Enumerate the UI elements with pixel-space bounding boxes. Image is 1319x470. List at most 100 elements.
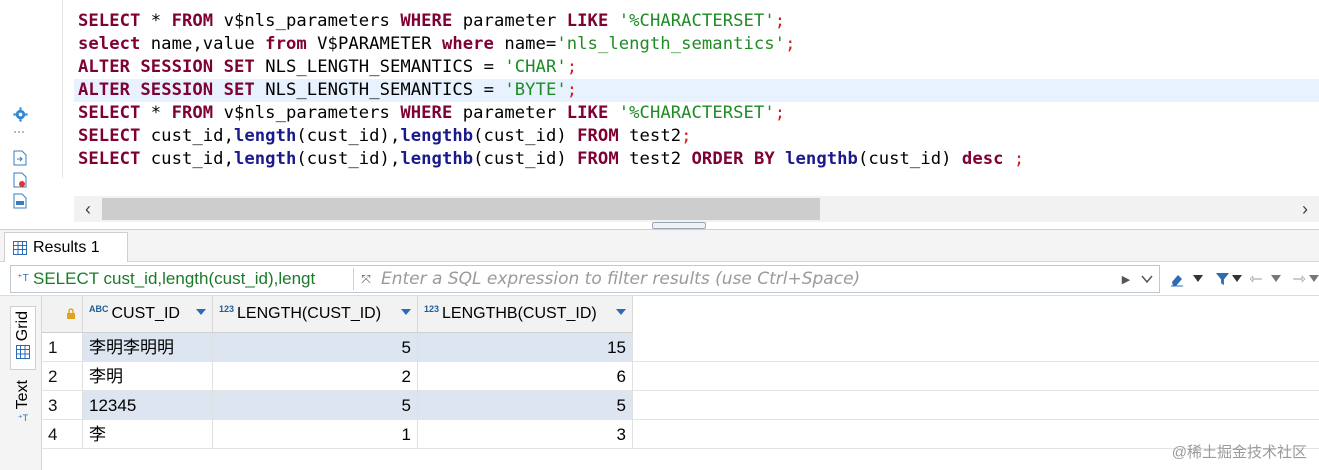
- tab-grid-view[interactable]: Grid: [10, 306, 36, 370]
- code-token: FROM: [577, 149, 619, 169]
- filter-bar: ⁺T SELECT cust_id,length(cust_id),lengt …: [0, 262, 1319, 296]
- cell-length[interactable]: 5: [213, 333, 418, 362]
- table-row[interactable]: 3 12345 5 5: [42, 391, 1319, 420]
- code-token: ALTER: [78, 80, 130, 100]
- history-dropdown-icon[interactable]: [1139, 271, 1155, 287]
- code-area[interactable]: SELECT * FROM v$nls_parameters WHERE par…: [74, 10, 1319, 171]
- code-line[interactable]: ALTER SESSION SET NLS_LENGTH_SEMANTICS =…: [74, 79, 1319, 102]
- scroll-right-icon[interactable]: ›: [1295, 199, 1315, 219]
- table-row[interactable]: 1 李明李明明 5 15: [42, 333, 1319, 362]
- code-line[interactable]: SELECT * FROM v$nls_parameters WHERE par…: [74, 102, 1319, 125]
- scrollbar-thumb[interactable]: [102, 198, 820, 220]
- tab-text-view[interactable]: Text ⁺T: [10, 376, 36, 440]
- editor-horizontal-scrollbar[interactable]: ‹ ›: [74, 196, 1319, 222]
- watermark: @稀土掘金技术社区: [1171, 444, 1307, 461]
- code-token: name,value: [140, 34, 266, 54]
- results-grid[interactable]: ABC CUST_ID 123 LENGTH(CUST_ID) 123 LENG…: [42, 296, 1319, 470]
- code-line[interactable]: SELECT cust_id,length(cust_id),lengthb(c…: [74, 125, 1319, 148]
- code-token: BY: [753, 149, 775, 169]
- filter-funnel-icon[interactable]: [1213, 270, 1231, 288]
- sql-editor[interactable]: SELECT * FROM v$nls_parameters WHERE par…: [0, 0, 1319, 226]
- column-type-label: 123: [219, 304, 235, 314]
- filter-expression-input[interactable]: [381, 266, 1121, 292]
- row-number-header: [42, 296, 83, 333]
- document-arrow-icon[interactable]: [12, 150, 28, 166]
- code-token: lengthb: [400, 149, 474, 169]
- cell-cust-id[interactable]: 李: [83, 420, 213, 449]
- dotted-separator: [12, 128, 28, 136]
- code-token: SESSION: [140, 57, 214, 77]
- code-token: SET: [223, 57, 255, 77]
- row-number[interactable]: 1: [42, 333, 83, 362]
- forward-dropdown-icon[interactable]: [1309, 272, 1319, 284]
- code-token: name=: [493, 34, 557, 54]
- gear-icon[interactable]: [12, 106, 28, 122]
- sort-dropdown-icon[interactable]: [616, 309, 626, 315]
- column-header-length[interactable]: 123 LENGTH(CUST_ID): [213, 296, 418, 333]
- document-error-icon[interactable]: [12, 172, 28, 188]
- tab-results-1[interactable]: Results 1: [4, 232, 128, 262]
- code-line[interactable]: SELECT * FROM v$nls_parameters WHERE par…: [74, 10, 1319, 33]
- document-sql-icon[interactable]: [12, 193, 28, 209]
- code-line[interactable]: ALTER SESSION SET NLS_LENGTH_SEMANTICS =…: [74, 56, 1319, 79]
- code-token: ;: [1013, 149, 1025, 169]
- filter-query-text: SELECT cust_id,length(cust_id),lengt: [33, 269, 316, 288]
- cell-length[interactable]: 1: [213, 420, 418, 449]
- cell-lengthb[interactable]: 5: [418, 391, 633, 420]
- back-dropdown-icon[interactable]: [1270, 272, 1282, 284]
- eraser-dropdown-icon[interactable]: [1192, 272, 1204, 284]
- sort-dropdown-icon[interactable]: [401, 309, 411, 315]
- cell-cust-id[interactable]: 12345: [83, 391, 213, 420]
- table-row[interactable]: 2 李明 2 6: [42, 362, 1319, 391]
- cell-lengthb[interactable]: 6: [418, 362, 633, 391]
- back-arrow-icon[interactable]: ⇽: [1247, 270, 1265, 288]
- column-header-lengthb[interactable]: 123 LENGTHB(CUST_ID): [418, 296, 633, 333]
- cell-lengthb[interactable]: 15: [418, 333, 633, 362]
- table-icon: [13, 240, 27, 255]
- code-token: V$PARAMETER: [306, 34, 442, 54]
- code-token: WHERE: [400, 11, 453, 31]
- eraser-icon[interactable]: [1168, 270, 1186, 288]
- cell-lengthb[interactable]: 3: [418, 420, 633, 449]
- cell-length[interactable]: 2: [213, 362, 418, 391]
- column-name: CUST_ID: [111, 305, 180, 322]
- expand-icon[interactable]: ⤧: [358, 271, 374, 287]
- scroll-left-icon[interactable]: ‹: [78, 199, 98, 219]
- row-number[interactable]: 3: [42, 391, 83, 420]
- code-token: LIKE: [566, 11, 609, 31]
- code-line[interactable]: SELECT cust_id,length(cust_id),lengthb(c…: [74, 148, 1319, 171]
- table-row[interactable]: 4李13: [42, 420, 1319, 449]
- cell-cust-id[interactable]: 李明: [83, 362, 213, 391]
- code-token: ALTER: [78, 57, 130, 77]
- code-line[interactable]: select name,value from V$PARAMETER where…: [74, 33, 1319, 56]
- code-token: v$nls_parameters: [213, 103, 401, 123]
- code-token: ORDER: [691, 149, 744, 169]
- filter-separator: [353, 268, 354, 290]
- sort-dropdown-icon[interactable]: [196, 309, 206, 315]
- sql-query-icon: ⁺T: [17, 272, 29, 284]
- column-header-cust-id[interactable]: ABC CUST_ID: [83, 296, 213, 333]
- forward-arrow-icon[interactable]: ⇾: [1290, 270, 1308, 288]
- play-icon[interactable]: ▶: [1119, 271, 1133, 287]
- splitter-grip[interactable]: [652, 222, 706, 229]
- code-token: (cust_id): [857, 149, 962, 169]
- code-token: *: [140, 11, 172, 31]
- code-token: FROM: [577, 126, 619, 146]
- cell-cust-id[interactable]: 李明李明明: [83, 333, 213, 362]
- grid-tab-label: Grid: [14, 311, 31, 342]
- cell-length[interactable]: 5: [213, 391, 418, 420]
- row-number[interactable]: 2: [42, 362, 83, 391]
- editor-gutter: [0, 0, 38, 226]
- column-type-label: ABC: [89, 304, 109, 314]
- tab-label: Results 1: [33, 238, 100, 256]
- results-tab-bar: Results 1: [0, 230, 1319, 262]
- column-name: LENGTHB(CUST_ID): [442, 305, 597, 322]
- filter-box[interactable]: ⁺T SELECT cust_id,length(cust_id),lengt …: [10, 265, 1160, 293]
- filter-dropdown-icon[interactable]: [1231, 272, 1243, 284]
- row-number[interactable]: 4: [42, 420, 83, 449]
- panel-splitter[interactable]: [0, 222, 1319, 230]
